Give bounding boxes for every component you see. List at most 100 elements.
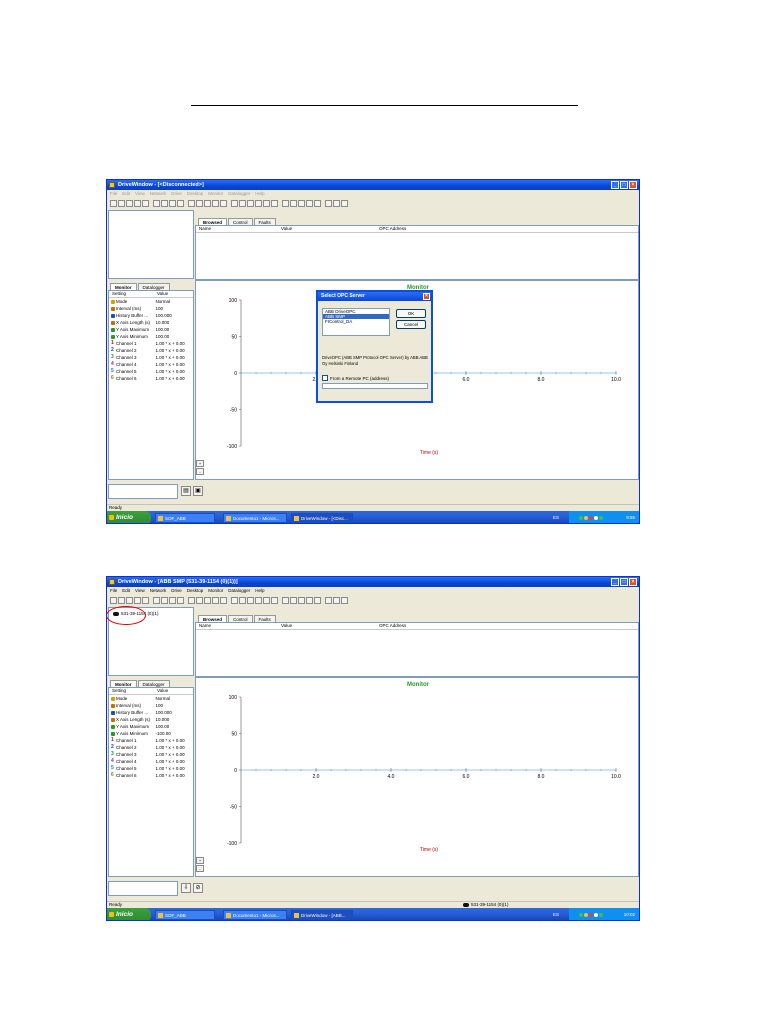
menu-view[interactable]: View <box>135 587 145 594</box>
setting-row[interactable]: Y Axis Minimum 100.00 <box>109 333 193 340</box>
menu-drive[interactable]: Drive <box>171 587 182 594</box>
menu-file[interactable]: File <box>110 587 117 594</box>
zoom-in-button[interactable]: + <box>196 857 204 864</box>
toolbar-button[interactable] <box>333 200 340 207</box>
toolbar-button[interactable] <box>212 597 219 604</box>
save-icon[interactable]: ▤ <box>181 486 191 496</box>
zoom-in-button[interactable]: + <box>196 460 204 467</box>
grid-column-header[interactable]: Value <box>281 623 292 629</box>
toolbar-button[interactable] <box>341 200 348 207</box>
toolbar-button[interactable] <box>306 597 313 604</box>
channel-row[interactable]: 6 Channel 6 1.00 * x + 0.00 <box>109 772 193 779</box>
toolbar-button[interactable] <box>263 597 270 604</box>
toolbar-button[interactable] <box>204 200 211 207</box>
grid-column-header[interactable]: Name <box>199 226 211 232</box>
toolbar-button[interactable] <box>333 597 340 604</box>
tray-icon[interactable] <box>579 913 583 917</box>
toolbar-button[interactable] <box>142 200 149 207</box>
setting-row[interactable]: X Axis Length (s) 10.000 <box>109 716 193 723</box>
channel-row[interactable]: 4 Channel 4 1.00 * x + 0.00 <box>109 361 193 368</box>
menu-file[interactable]: File <box>110 190 117 197</box>
taskbar-button[interactable]: SOF_ABB <box>155 910 215 920</box>
menu-desktop[interactable]: Desktop <box>187 587 204 594</box>
toolbar-button[interactable] <box>325 597 332 604</box>
reset-icon[interactable]: ⊘ <box>193 883 203 893</box>
menu-edit[interactable]: Edit <box>122 190 130 197</box>
tray-icon[interactable] <box>589 516 593 520</box>
toolbar-button[interactable] <box>118 597 125 604</box>
toolbar-button[interactable] <box>161 200 168 207</box>
toolbar-button[interactable] <box>169 200 176 207</box>
grid-column-header[interactable]: Name <box>199 623 211 629</box>
toolbar-button[interactable] <box>325 200 332 207</box>
start-button[interactable]: Inicio <box>107 908 151 920</box>
toolbar-button[interactable] <box>196 597 203 604</box>
menu-drive[interactable]: Drive <box>171 190 182 197</box>
channel-row[interactable]: 6 Channel 6 1.00 * x + 0.00 <box>109 375 193 382</box>
tray-icon[interactable] <box>594 913 598 917</box>
opc-server-item[interactable]: FIControl_DA <box>323 319 389 324</box>
tray-icon[interactable] <box>589 913 593 917</box>
taskbar-button[interactable]: Documento1 - Micros... <box>223 513 287 523</box>
toolbar-button[interactable] <box>298 597 305 604</box>
toolbar-button[interactable] <box>220 200 227 207</box>
menu-network[interactable]: Network <box>150 190 167 197</box>
setting-row[interactable]: Y Axis Maximum 100.00 <box>109 723 193 730</box>
grid-column-header[interactable]: Value <box>281 226 292 232</box>
toolbar-button[interactable] <box>239 200 246 207</box>
toolbar-button[interactable] <box>290 200 297 207</box>
toolbar-button[interactable] <box>134 597 141 604</box>
setting-row[interactable]: Interval (ms) 100 <box>109 702 193 709</box>
channel-row[interactable]: 1 Channel 1 1.00 * x + 0.00 <box>109 340 193 347</box>
ok-button[interactable]: OK <box>396 309 426 318</box>
setting-row[interactable]: Y Axis Maximum 100.00 <box>109 326 193 333</box>
toolbar-button[interactable] <box>188 597 195 604</box>
setting-row[interactable]: History Buffer ... 100.000 <box>109 312 193 319</box>
toolbar-button[interactable] <box>153 597 160 604</box>
toolbar-button[interactable] <box>282 200 289 207</box>
toolbar-button[interactable] <box>255 200 262 207</box>
channel-row[interactable]: 2 Channel 2 1.00 * x + 0.00 <box>109 347 193 354</box>
menu-datalogger[interactable]: Datalogger <box>228 190 250 197</box>
taskbar-button[interactable]: SOF_ABB <box>155 513 215 523</box>
toolbar-button[interactable] <box>314 597 321 604</box>
channel-row[interactable]: 5 Channel 5 1.00 * x + 0.00 <box>109 368 193 375</box>
toolbar-button[interactable] <box>341 597 348 604</box>
cancel-button[interactable]: Cancel <box>396 320 426 329</box>
open-icon[interactable]: ▣ <box>193 486 203 496</box>
menu-view[interactable]: View <box>135 190 145 197</box>
toolbar-button[interactable] <box>220 597 227 604</box>
toolbar-button[interactable] <box>263 200 270 207</box>
toolbar-button[interactable] <box>177 200 184 207</box>
taskbar-button[interactable]: DriveWindow - [<Disc... <box>291 513 353 523</box>
close-button[interactable]: × <box>629 578 637 586</box>
setting-row[interactable]: History Buffer ... 100.000 <box>109 709 193 716</box>
toolbar-button[interactable] <box>177 597 184 604</box>
tray-icon[interactable] <box>599 516 603 520</box>
toolbar-button[interactable] <box>306 200 313 207</box>
toolbar-button[interactable] <box>110 597 117 604</box>
toolbar-button[interactable] <box>134 200 141 207</box>
taskbar-button[interactable]: Documento1 - Micros... <box>223 910 287 920</box>
dialog-close-button[interactable]: × <box>423 293 430 300</box>
toolbar-button[interactable] <box>247 597 254 604</box>
maximize-button[interactable]: □ <box>620 578 628 586</box>
zoom-out-button[interactable]: - <box>196 468 204 475</box>
language-indicator[interactable]: ES <box>553 511 559 523</box>
tray-icon[interactable] <box>594 516 598 520</box>
channel-row[interactable]: 1 Channel 1 1.00 * x + 0.00 <box>109 737 193 744</box>
run-icon[interactable]: ⇩ <box>181 883 191 893</box>
tray-icon[interactable] <box>584 516 588 520</box>
toolbar-button[interactable] <box>142 597 149 604</box>
tray-icon[interactable] <box>579 516 583 520</box>
setting-row[interactable]: Mode Normal <box>109 298 193 305</box>
minimize-button[interactable]: _ <box>611 181 619 189</box>
toolbar-button[interactable] <box>212 200 219 207</box>
language-indicator[interactable]: ES <box>553 908 559 920</box>
network-tree[interactable]: 531-39-1154 (0)(1) <box>107 606 194 676</box>
channel-row[interactable]: 5 Channel 5 1.00 * x + 0.00 <box>109 765 193 772</box>
channel-row[interactable]: 2 Channel 2 1.00 * x + 0.00 <box>109 744 193 751</box>
tray-icon[interactable] <box>584 913 588 917</box>
grid-column-header[interactable]: OPC Address <box>379 226 406 232</box>
toolbar-button[interactable] <box>271 597 278 604</box>
